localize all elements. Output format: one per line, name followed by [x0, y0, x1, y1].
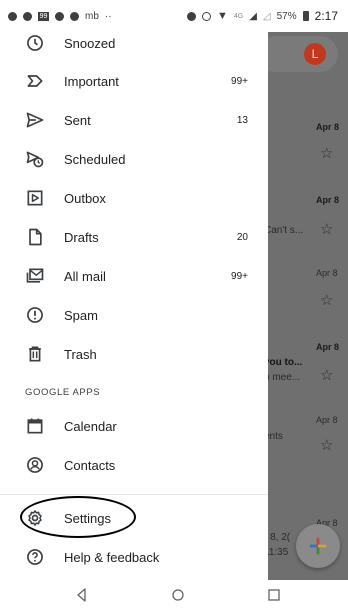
compose-plus-icon: [309, 537, 327, 555]
drawer-item-count: 99+: [231, 270, 248, 282]
help-icon: [25, 547, 45, 567]
drawer-item-important[interactable]: Important 99+: [0, 63, 268, 99]
drawer-item-contacts[interactable]: Contacts: [0, 447, 268, 483]
drawer-item-calendar[interactable]: Calendar: [0, 408, 268, 444]
drawer-item-label: Trash: [64, 346, 97, 362]
outbox-icon: [25, 188, 45, 208]
drawer-item-label: Outbox: [64, 190, 106, 206]
drawer-item-help-feedback[interactable]: Help & feedback: [0, 539, 268, 575]
draft-icon: [25, 227, 45, 247]
drawer-item-label: Settings: [64, 510, 111, 526]
drawer-item-label: Contacts: [64, 457, 116, 473]
email-snippet: ents: [268, 431, 283, 442]
do-not-disturb-icon: [186, 11, 196, 21]
email-date: Apr 8: [316, 122, 340, 132]
system-navigation-bar: [0, 580, 348, 610]
email-snippet: r 8, 2(: [268, 532, 291, 543]
home-icon[interactable]: [170, 587, 186, 603]
notification-badge: 99: [38, 11, 49, 21]
star-icon[interactable]: ☆: [320, 436, 333, 454]
drawer-item-count: 13: [236, 114, 248, 126]
drawer-item-label: All mail: [64, 268, 106, 284]
gear-icon: [25, 508, 45, 528]
email-snippet: o mee...: [268, 372, 301, 383]
battery-percent: 57%: [276, 10, 297, 22]
search-bar[interactable]: [268, 36, 338, 72]
drawer-item-label: Snoozed: [64, 35, 116, 51]
drawer-item-drafts[interactable]: Drafts 20: [0, 219, 268, 255]
email-date: Apr 8: [316, 342, 340, 352]
contacts-icon: [25, 455, 45, 475]
drawer-item-label: Sent: [64, 112, 91, 128]
drawer-item-outbox[interactable]: Outbox: [0, 180, 268, 216]
drawer-item-label: Important: [64, 73, 119, 89]
send-icon: [25, 110, 45, 130]
drawer-item-label: Spam: [64, 307, 98, 323]
star-icon[interactable]: ☆: [320, 366, 333, 384]
drawer-item-all-mail[interactable]: All mail 99+: [0, 258, 268, 294]
scheduled-send-icon: [25, 149, 45, 169]
email-date: Apr 8: [316, 415, 338, 425]
drawer-item-label: Calendar: [64, 418, 117, 434]
status-right: ▼ 4G ◢ ◿ 57% 2:17: [186, 9, 348, 23]
more-notifications-icon: ··: [104, 10, 112, 22]
wifi-icon: ▼: [216, 10, 228, 22]
location-icon: [55, 11, 64, 21]
signal-icon-2: ◿: [262, 10, 271, 22]
drawer-item-scheduled[interactable]: Scheduled: [0, 141, 268, 177]
trash-icon: [25, 344, 45, 364]
spam-icon: [25, 305, 45, 325]
recent-apps-icon[interactable]: [266, 587, 282, 603]
section-header-google-apps: GOOGLE APPS: [25, 387, 101, 398]
status-left: 99 mb ··: [0, 11, 112, 22]
email-snippet: you to...: [268, 357, 303, 368]
back-icon[interactable]: [74, 587, 90, 603]
email-date: Apr 8: [316, 195, 340, 205]
star-icon[interactable]: ☆: [320, 220, 333, 238]
drawer-divider: [0, 494, 268, 495]
drawer-item-spam[interactable]: Spam: [0, 297, 268, 333]
network-type: 4G: [233, 12, 244, 20]
account-avatar[interactable]: L: [304, 43, 326, 65]
signal-icon: ◢: [249, 10, 257, 22]
play-icon: [70, 11, 79, 21]
clock-icon: [25, 33, 45, 53]
drawer-item-label: Drafts: [64, 229, 99, 245]
compose-button[interactable]: [296, 524, 340, 568]
drawer-item-count: 20: [236, 231, 248, 243]
star-icon[interactable]: ☆: [320, 144, 333, 162]
calendar-icon: [25, 416, 45, 436]
drawer-item-settings[interactable]: Settings: [0, 500, 268, 536]
drawer-item-sent[interactable]: Sent 13: [0, 102, 268, 138]
alarm-icon: [201, 11, 211, 21]
all-mail-icon: [25, 266, 45, 286]
email-snippet: Can't s...: [268, 225, 304, 236]
email-date: Apr 8: [316, 268, 338, 278]
drawer-item-label: Help & feedback: [64, 549, 160, 565]
status-bar: 99 mb ·· ▼ 4G ◢ ◿ 57% 2:17: [0, 0, 348, 32]
drawer-item-trash[interactable]: Trash: [0, 336, 268, 372]
location-icon: [23, 11, 32, 21]
drawer-item-snoozed[interactable]: Snoozed: [0, 32, 268, 61]
battery-icon: [302, 11, 309, 21]
inbox-scrim[interactable]: L Apr 8 ☆ Apr 8 Can't s... ☆ Apr 8 ☆ Apr…: [268, 32, 348, 580]
notification-icon: [8, 11, 17, 21]
star-icon[interactable]: ☆: [320, 291, 333, 309]
drawer-item-label: Scheduled: [64, 151, 126, 167]
data-usage-text: mb: [85, 10, 99, 22]
email-snippet: 11:35: [268, 547, 289, 558]
navigation-drawer: Snoozed Important 99+ Sent 13 Scheduled …: [0, 32, 268, 580]
important-icon: [25, 71, 45, 91]
clock-time: 2:17: [314, 9, 338, 23]
drawer-item-count: 99+: [231, 75, 248, 87]
